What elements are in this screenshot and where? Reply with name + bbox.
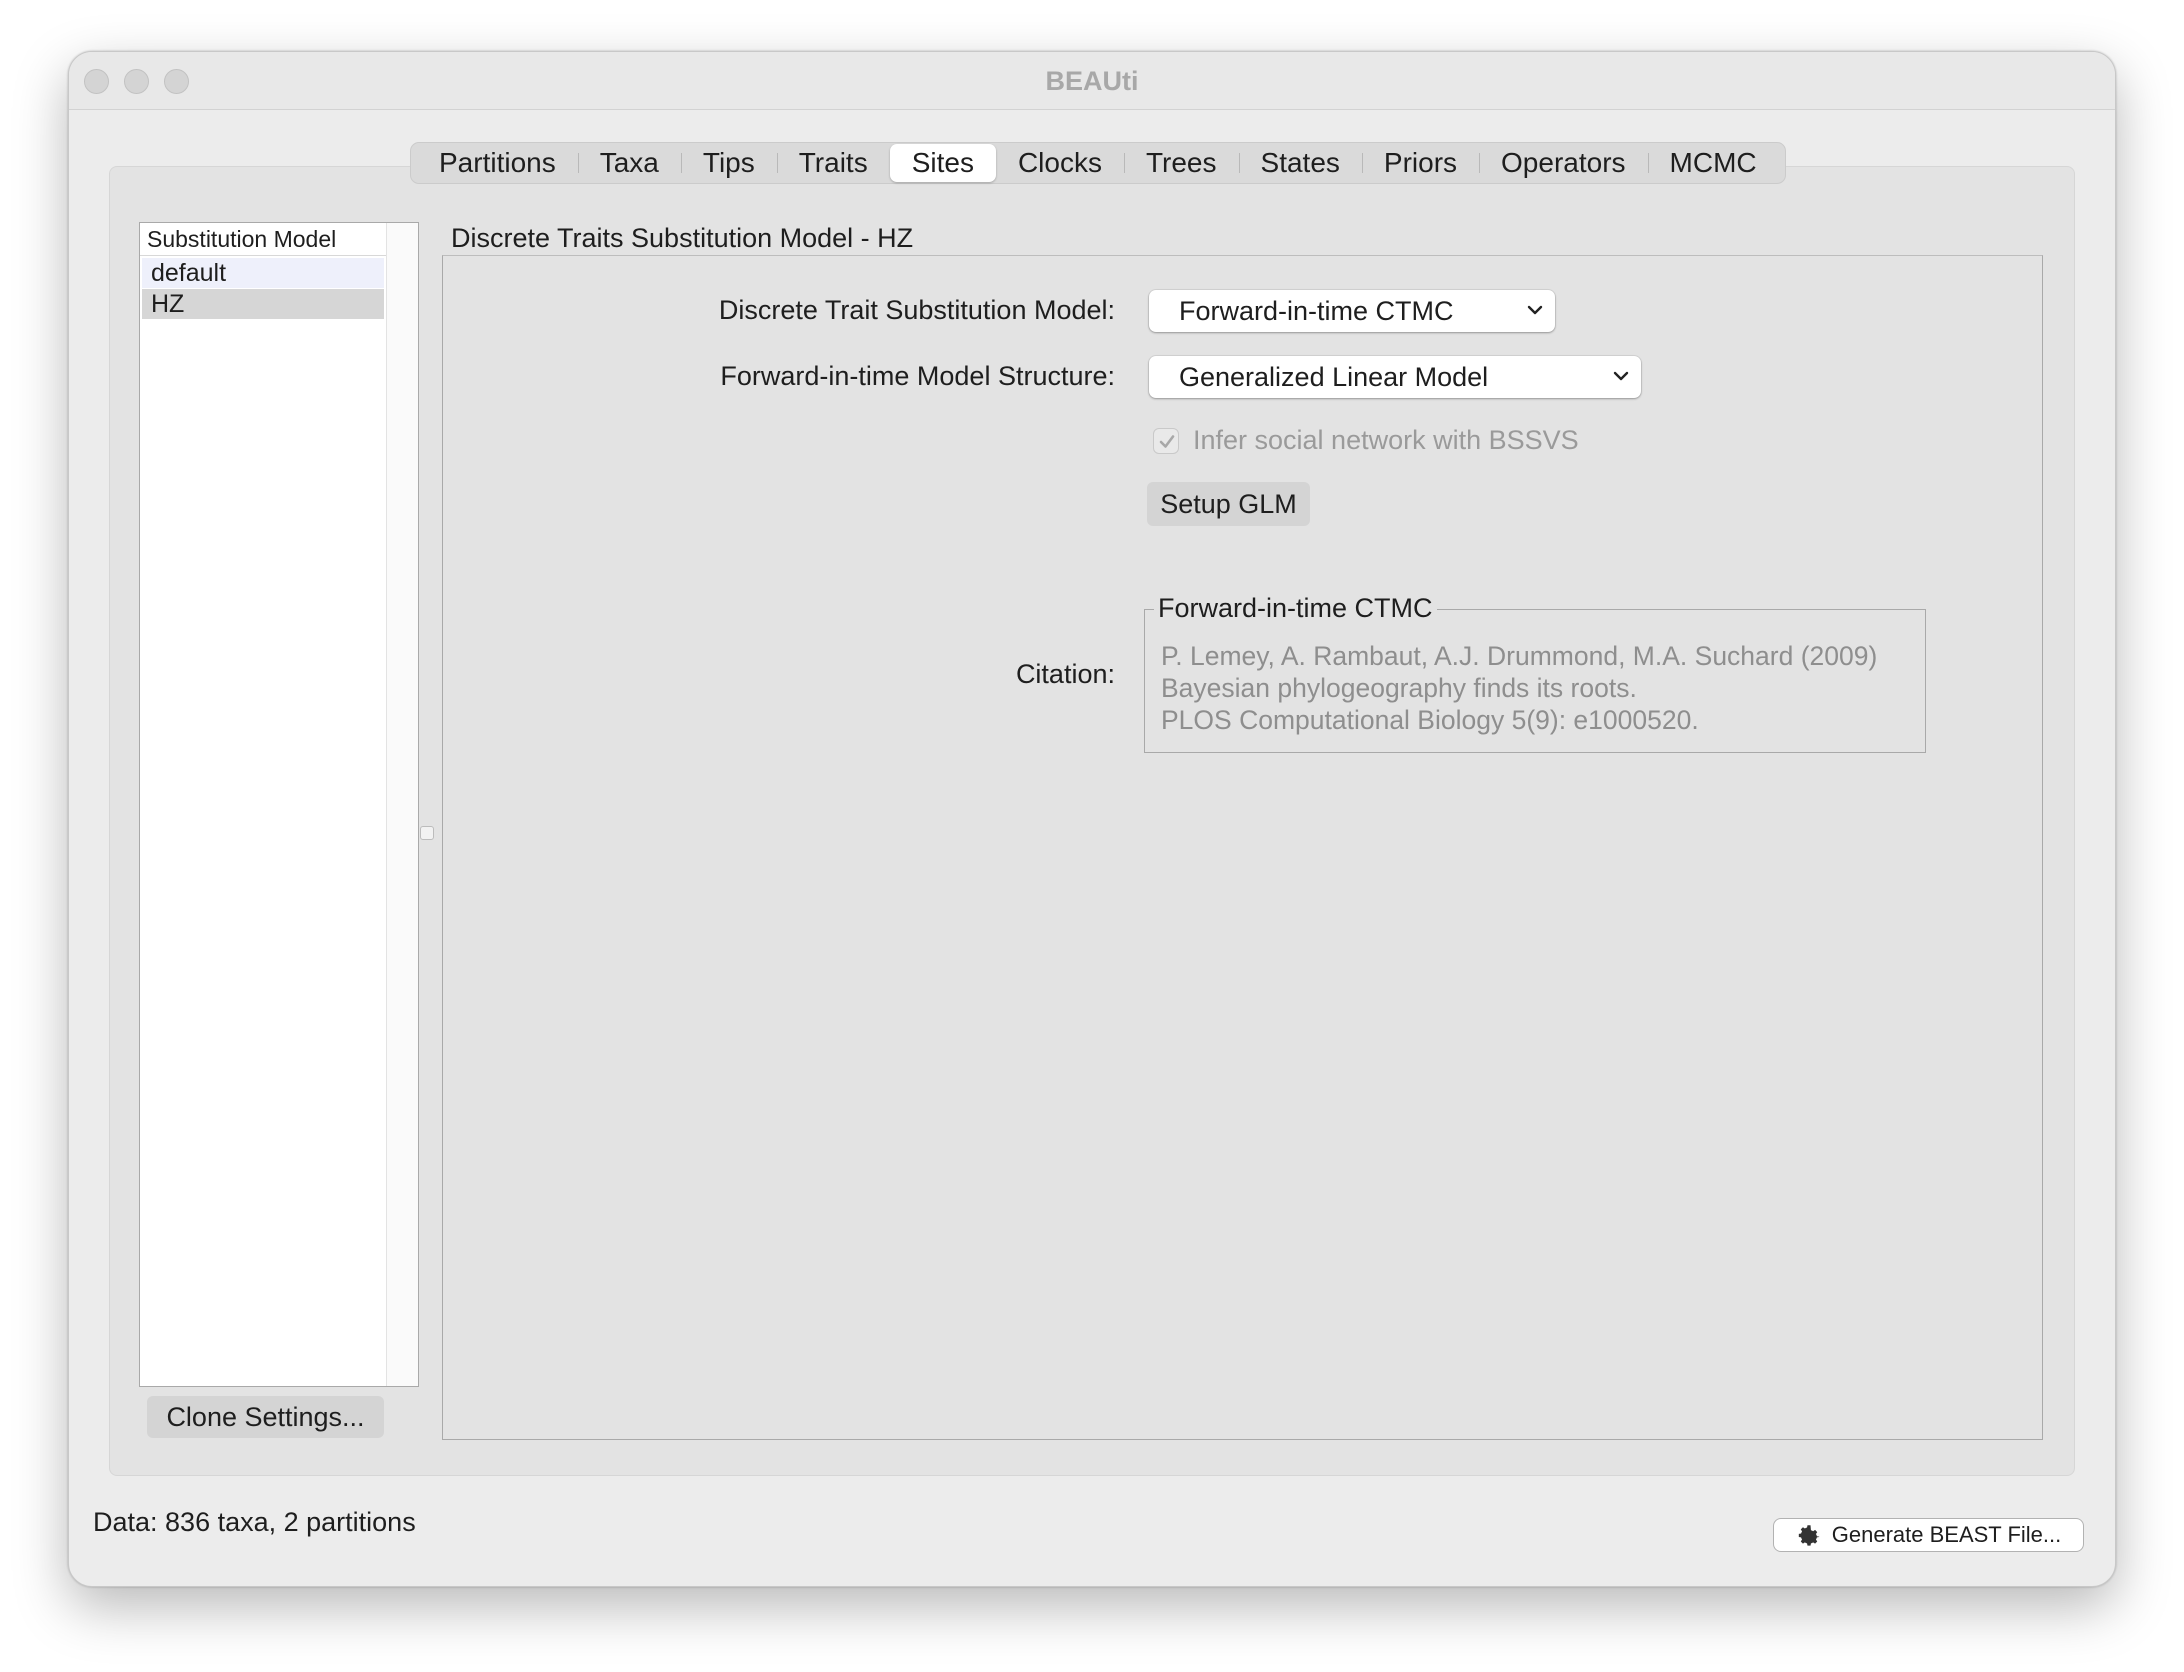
tab-operators[interactable]: Operators [1479,144,1648,182]
substitution-model-value: Forward-in-time CTMC [1179,296,1454,326]
tab-bar: Partitions Taxa Tips Traits Sites Clocks… [410,142,1786,184]
list-item-default[interactable]: default [142,258,384,288]
list-item-hz[interactable]: HZ [142,289,384,319]
citation-label: Citation: [1015,659,1115,689]
group-title: Discrete Traits Substitution Model - HZ [451,223,914,253]
tab-mcmc[interactable]: MCMC [1647,144,1779,182]
citation-title: Forward-in-time CTMC [1154,593,1437,624]
chevron-down-icon [1613,356,1629,382]
citation-text: P. Lemey, A. Rambaut, A.J. Drummond, M.A… [1161,640,1877,736]
citation-line: P. Lemey, A. Rambaut, A.J. Drummond, M.A… [1161,641,1878,671]
generate-beast-file-button[interactable]: Generate BEAST File... [1773,1518,2084,1552]
tab-partitions[interactable]: Partitions [417,144,578,182]
tab-priors[interactable]: Priors [1361,144,1479,182]
checkmark-icon [1159,434,1175,448]
tab-clocks[interactable]: Clocks [996,144,1124,182]
title-bar: BEAUti [69,52,2115,110]
tab-sites[interactable]: Sites [889,144,996,182]
model-label: Discrete Trait Substitution Model: [718,295,1115,325]
beauti-window: BEAUti Partitions Taxa Tips Traits Sites… [68,51,2116,1587]
structure-label: Forward-in-time Model Structure: [720,361,1115,391]
model-structure-dropdown[interactable]: Generalized Linear Model [1149,356,1641,398]
substitution-model-list[interactable]: Substitution Model default HZ [139,222,419,1387]
generate-button-label: Generate BEAST File... [1831,1522,2062,1547]
list-header: Substitution Model [140,223,386,256]
substitution-model-dropdown[interactable]: Forward-in-time CTMC [1149,290,1555,332]
window-title: BEAUti [1045,66,1139,96]
model-structure-value: Generalized Linear Model [1179,362,1489,392]
tab-taxa[interactable]: Taxa [577,144,681,182]
bssvs-checkbox[interactable] [1153,427,1179,454]
tab-states[interactable]: States [1238,144,1362,182]
gear-icon [1796,1522,1822,1548]
clone-settings-button[interactable]: Clone Settings... [147,1396,384,1438]
bssvs-option[interactable]: Infer social network with BSSVS [1153,425,1579,456]
chevron-down-icon [1527,290,1543,316]
split-pane-handle[interactable] [420,826,434,840]
tab-traits[interactable]: Traits [776,144,890,182]
data-status: Data: 836 taxa, 2 partitions [93,1507,416,1537]
tab-tips[interactable]: Tips [680,144,777,182]
citation-line: Bayesian phylogeography finds its roots. [1161,673,1637,703]
setup-glm-button[interactable]: Setup GLM [1147,482,1310,526]
tab-trees[interactable]: Trees [1123,144,1239,182]
list-scrollbar[interactable] [386,223,418,1386]
citation-line: PLOS Computational Biology 5(9): e100052… [1161,705,1699,735]
bssvs-label: Infer social network with BSSVS [1193,425,1579,455]
